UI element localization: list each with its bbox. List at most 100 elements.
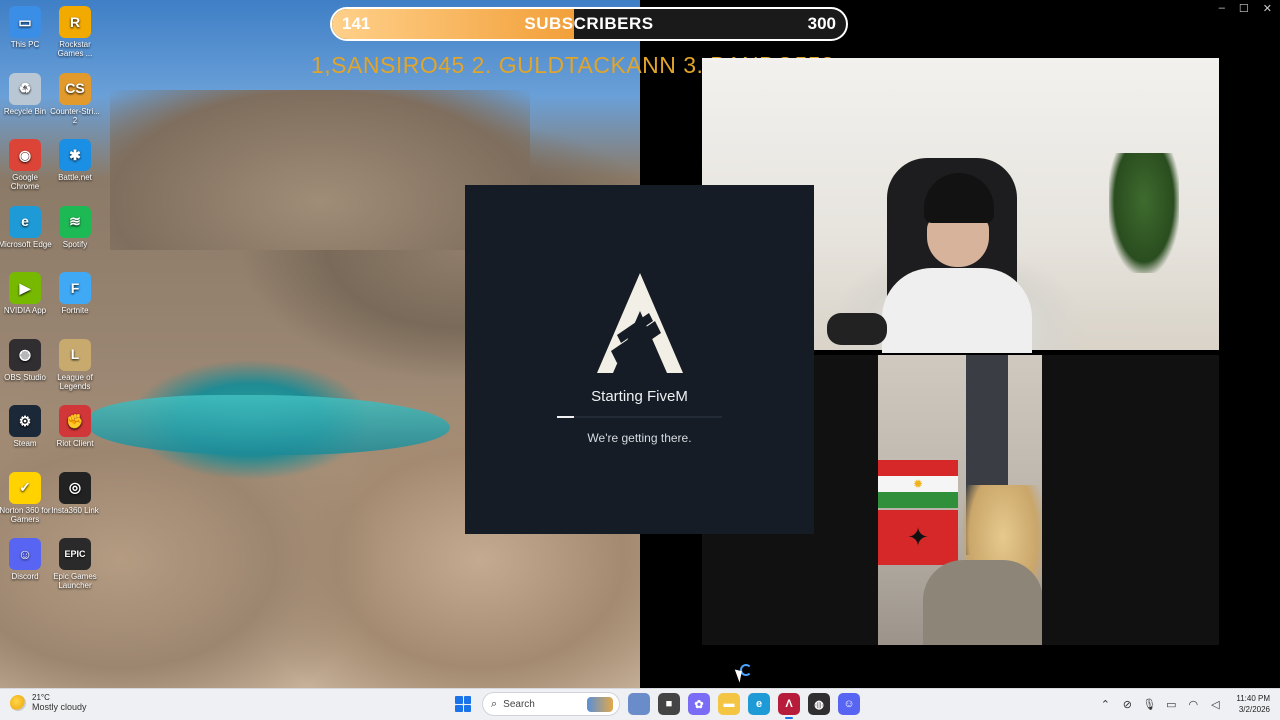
desktop-icon-label: Fortnite [61, 306, 89, 315]
desktop-icon-label: Steam [13, 439, 37, 448]
desktop-icon-label: This PC [10, 40, 40, 49]
taskbar-fivem-icon[interactable]: Λ [778, 693, 800, 719]
splash-subtitle: We're getting there. [587, 431, 692, 445]
webcam-streamer-person [882, 173, 1032, 353]
desktop-icon[interactable]: ◎ Insta360 Link [47, 471, 103, 515]
riot-icon: ✊ [59, 405, 91, 437]
monitor-icon: ▭ [9, 6, 41, 38]
desktop-icon[interactable]: ⚙ Steam [0, 405, 53, 448]
subscriber-goal-current: 141 [342, 14, 371, 33]
minimize-button[interactable]: – [1219, 2, 1225, 15]
microphone-icon[interactable]: 🎙 [1142, 697, 1156, 711]
clock-time: 11:40 PM [1236, 694, 1270, 703]
windows-logo-pane [455, 696, 463, 704]
desktop-icon[interactable]: ◉ Google Chrome [0, 139, 53, 191]
kurdistan-flag-icon: ✹ [878, 460, 958, 508]
albania-flag-icon: ✦ [878, 510, 958, 565]
desktop-icon[interactable]: e Microsoft Edge [0, 205, 53, 249]
taskbar-task-view-icon[interactable]: ■ [658, 693, 680, 715]
weather-temperature: 21°C [32, 693, 50, 702]
desktop-icon[interactable]: CS Counter-Stri... 2 [47, 72, 103, 125]
desktop-icon-label: NVIDIA App [3, 306, 47, 315]
desktop-icon-label: Discord [11, 572, 39, 581]
desktop-icon-label: OBS Studio [4, 372, 46, 382]
desktop-icon-label: Epic Games Launcher [53, 572, 97, 590]
rockstar-icon: R [59, 6, 91, 38]
nvidia-icon: ▶ [9, 272, 41, 304]
desktop-icon-label: Google Chrome [10, 173, 40, 191]
desktop-icon-label: Counter-Stri... 2 [50, 106, 100, 125]
desktop-icon[interactable]: ☺ Discord [0, 538, 53, 581]
webcam-guest-body [923, 560, 1042, 645]
taskbar-discord-icon[interactable]: ☺ [838, 693, 860, 715]
wallpaper-sea [90, 395, 450, 455]
fortnite-icon: F [59, 272, 91, 304]
subscriber-goal-bar: SUBSCRIBERS 141 300 [330, 7, 848, 41]
spotify-icon: ≋ [59, 205, 91, 238]
discord-icon: ☺ [9, 538, 41, 570]
counter-strike-icon: CS [59, 72, 91, 105]
battlenet-icon: ✱ [59, 139, 91, 171]
desktop-icon[interactable]: F Fortnite [47, 272, 103, 315]
windows-logo-pane [455, 704, 463, 712]
taskbar: 21°C Mostly cloudy ⌕ Search ■ ✿ ▬ e Λ ◍ ☺ ⌃ ⊘ … [0, 688, 1280, 720]
desktop-icon-label: Insta360 Link [51, 505, 99, 515]
taskbar-obs-icon[interactable]: ◍ [808, 693, 830, 715]
taskbar-edge-icon[interactable]: e [748, 693, 770, 715]
desktop-icon[interactable]: ≋ Spotify [47, 205, 103, 249]
webcam-beanie [924, 173, 994, 223]
webcam-icon: ◎ [59, 471, 91, 504]
desktop-icon[interactable]: R Rockstar Games ... [47, 6, 103, 58]
obs-icon: ◍ [9, 338, 41, 371]
close-button[interactable]: ✕ [1263, 2, 1272, 15]
desktop-icon[interactable]: ✱ Battle.net [47, 139, 103, 182]
desktop-icon[interactable]: ◍ OBS Studio [0, 338, 53, 382]
taskbar-clock[interactable]: 11:40 PM 3/2/2026 [1236, 693, 1270, 715]
splash-progress-bar [557, 416, 722, 418]
epic-games-icon: EPIC [59, 538, 91, 570]
clock-date: 3/2/2026 [1238, 705, 1270, 714]
start-button[interactable] [452, 693, 474, 715]
desktop-icon[interactable]: ▶ NVIDIA App [0, 272, 53, 315]
desktop-icon-label: Spotify [62, 239, 88, 249]
network-icon[interactable]: ▭ [1164, 697, 1178, 711]
norton-icon: ✓ [9, 471, 41, 504]
chevron-up-icon[interactable]: ⌃ [1098, 697, 1112, 711]
desktop-icon[interactable]: ▭ This PC [0, 6, 53, 49]
desktop-icon-label: Recycle Bin [3, 106, 47, 116]
desktop-icon[interactable]: EPIC Epic Games Launcher [47, 538, 103, 590]
subscriber-goal-label: SUBSCRIBERS [524, 14, 654, 33]
steam-icon: ⚙ [9, 405, 41, 437]
desktop-icon-label: League of Legends [57, 372, 93, 391]
taskbar-file-explorer-icon[interactable]: ▬ [718, 693, 740, 715]
weather-widget[interactable]: 21°C Mostly cloudy [10, 693, 87, 712]
league-icon: L [59, 338, 91, 371]
subscriber-goal-target: 300 [807, 14, 836, 33]
chrome-icon: ◉ [9, 139, 41, 171]
webcam-face [927, 217, 989, 267]
desktop-icon[interactable]: L League of Legends [47, 338, 103, 391]
desktop-icon-label: Riot Client [56, 439, 94, 448]
taskbar-copilot-icon[interactable]: ✿ [688, 693, 710, 715]
window-controls: – ☐ ✕ [1219, 2, 1272, 15]
desktop-icon[interactable]: ✓ Norton 360 for Gamers [0, 471, 53, 524]
vpn-off-icon[interactable]: ⊘ [1120, 697, 1134, 711]
recycle-bin-icon: ♻ [9, 72, 41, 105]
desktop-icon-label: Rockstar Games ... [57, 40, 93, 58]
search-icon: ⌕ [491, 697, 498, 710]
webcam-microphone [827, 313, 887, 345]
maximize-button[interactable]: ☐ [1239, 2, 1249, 15]
edge-icon: e [9, 205, 41, 238]
volume-icon[interactable]: ◁ [1208, 697, 1222, 711]
taskbar-search-box[interactable]: ⌕ Search [482, 692, 620, 716]
desktop-icon[interactable]: ♻ Recycle Bin [0, 72, 53, 116]
taskbar-center: ⌕ Search ■ ✿ ▬ e Λ ◍ ☺ [452, 692, 860, 719]
desktop-icon[interactable]: ✊ Riot Client [47, 405, 103, 448]
wifi-icon[interactable]: ◠ [1186, 697, 1200, 711]
splash-title: Starting FiveM [591, 388, 688, 405]
taskbar-widgets-icon[interactable] [628, 693, 650, 715]
fivem-splash-window: Starting FiveM We're getting there. [465, 185, 814, 534]
windows-logo-pane [463, 696, 471, 704]
desktop-icon-label: Microsoft Edge [0, 239, 52, 249]
windows-logo-pane [463, 704, 471, 712]
